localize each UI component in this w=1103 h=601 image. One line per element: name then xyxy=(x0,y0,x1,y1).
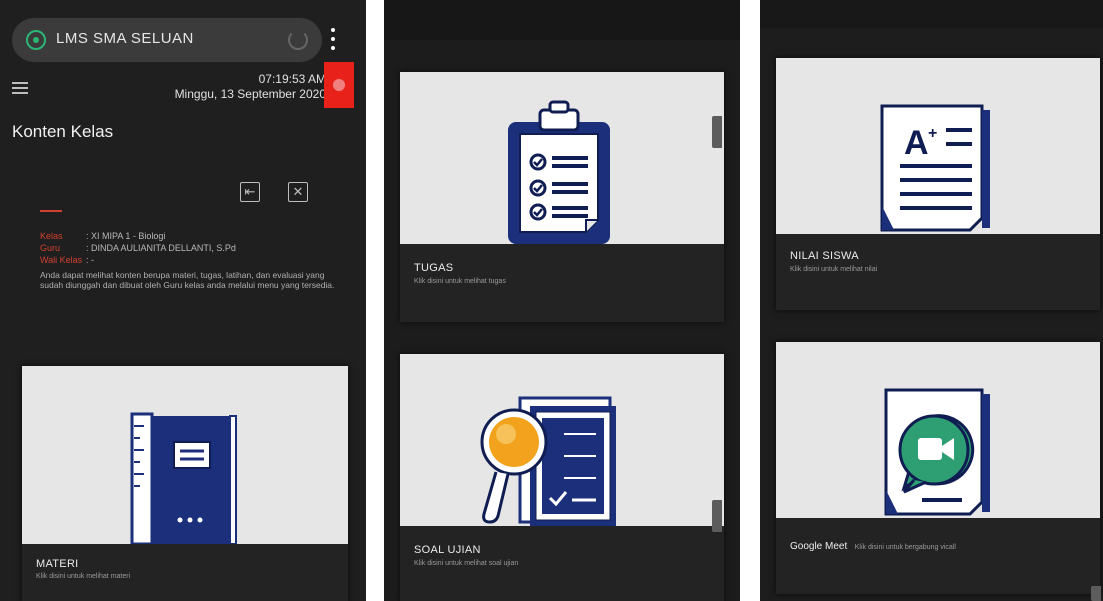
materi-card-subtitle: Klik disini untuk melihat materi xyxy=(36,573,131,580)
clock: 07:19:53 AM Minggu, 13 September 2020 xyxy=(175,72,326,102)
enter-class-button[interactable]: ⇤ xyxy=(240,182,260,202)
meet-illustration xyxy=(776,342,1100,518)
info-value: : - xyxy=(86,255,94,265)
materi-illustration xyxy=(22,366,348,544)
info-row-wali-kelas: Wali Kelas : - xyxy=(40,254,340,266)
top-strip xyxy=(760,0,1103,28)
scroll-handle[interactable] xyxy=(712,116,722,148)
nilai-siswa-card[interactable]: A + NILAI SISWA Klik disini untuk meliha… xyxy=(776,58,1100,310)
magnifier-document-icon xyxy=(480,396,616,526)
notebook-icon xyxy=(130,412,237,544)
sign-in-icon: ⇤ xyxy=(244,184,256,199)
top-strip xyxy=(384,0,740,40)
nilai-meet-screen: A + NILAI SISWA Klik disini untuk meliha… xyxy=(760,0,1103,601)
clock-time: 07:19:53 AM xyxy=(258,72,326,86)
info-key: Guru xyxy=(40,243,61,253)
grade-report-icon: A + xyxy=(880,104,990,232)
kelas-info: Kelas : XI MIPA 1 - Biologi Guru : DINDA… xyxy=(40,230,340,290)
page-title: Konten Kelas xyxy=(12,122,114,141)
info-row-guru: Guru : DINDA AULIANITA DELLANTI, S.Pd xyxy=(40,242,340,254)
divider xyxy=(40,210,62,212)
scroll-handle[interactable] xyxy=(712,500,722,532)
info-row-kelas: Kelas : XI MIPA 1 - Biologi xyxy=(40,230,340,242)
clipboard-checklist-icon xyxy=(508,100,610,244)
shield-lock-icon xyxy=(26,30,46,50)
soal-ujian-card[interactable]: SOAL UJIAN Klik disini untuk melihat soa… xyxy=(400,354,724,601)
meet-card-caption: Google Meet Klik disini untuk bergabung … xyxy=(790,536,956,554)
tugas-card-title: TUGAS xyxy=(414,262,454,274)
soal-card-title: SOAL UJIAN xyxy=(414,544,481,556)
konten-kelas-screen: LMS SMA SELUAN 07:19:53 AM Minggu, 13 Se… xyxy=(0,0,366,601)
info-key: Wali Kelas xyxy=(40,255,83,265)
url-text: LMS SMA SELUAN xyxy=(56,30,194,47)
info-description: Anda dapat melihat konten berupa materi,… xyxy=(40,270,335,290)
info-value: : DINDA AULIANITA DELLANTI, S.Pd xyxy=(86,243,236,253)
info-key: Kelas xyxy=(40,231,63,241)
tugas-soal-screen: TUGAS Klik disini untuk melihat tugas SO… xyxy=(384,0,740,601)
reload-icon[interactable] xyxy=(288,30,308,50)
user-menu-button[interactable] xyxy=(324,62,354,108)
svg-text:A: A xyxy=(904,124,929,162)
google-meet-card[interactable]: Google Meet Klik disini untuk bergabung … xyxy=(776,342,1100,594)
nilai-illustration: A + xyxy=(776,58,1100,234)
tugas-card-subtitle: Klik disini untuk melihat tugas xyxy=(414,278,506,285)
soal-illustration xyxy=(400,354,724,526)
svg-text:+: + xyxy=(928,125,937,142)
nilai-card-subtitle: Klik disini untuk melihat nilai xyxy=(790,266,878,273)
browser-url-bar[interactable]: LMS SMA SELUAN xyxy=(12,18,322,62)
clock-date: Minggu, 13 September 2020 xyxy=(174,87,326,101)
materi-card-title: MATERI xyxy=(36,558,79,570)
info-value: : XI MIPA 1 - Biologi xyxy=(86,231,166,241)
tugas-card[interactable]: TUGAS Klik disini untuk melihat tugas xyxy=(400,72,724,322)
meet-card-subtitle: Klik disini untuk bergabung vicall xyxy=(854,544,956,551)
kebab-menu-icon[interactable] xyxy=(328,28,338,54)
scroll-handle[interactable] xyxy=(1091,586,1101,601)
soal-card-subtitle: Klik disini untuk melihat soal ujian xyxy=(414,560,519,567)
meet-card-title: Google Meet xyxy=(790,541,848,552)
nilai-card-title: NILAI SISWA xyxy=(790,250,859,262)
tugas-illustration xyxy=(400,72,724,244)
close-class-button[interactable]: ✕ xyxy=(288,182,308,202)
close-icon: ✕ xyxy=(292,184,304,199)
materi-card[interactable]: MATERI Klik disini untuk melihat materi xyxy=(22,366,348,601)
video-call-icon xyxy=(884,388,990,516)
hamburger-menu-icon[interactable] xyxy=(12,82,28,94)
